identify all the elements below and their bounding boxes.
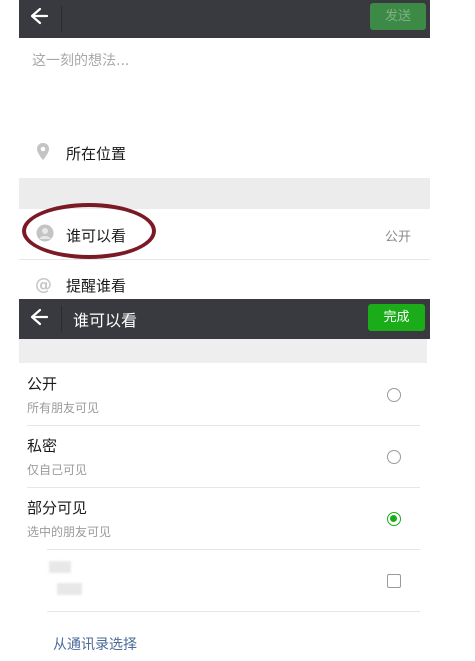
page-title: 谁可以看 <box>73 311 138 330</box>
mention-label[interactable]: 提醒谁看 <box>66 275 126 296</box>
option-partial-radio-selected[interactable] <box>387 512 401 526</box>
back-arrow-icon[interactable] <box>28 305 50 329</box>
at-sign-icon: @ <box>35 275 52 295</box>
section-separator <box>19 339 427 363</box>
done-button[interactable]: 完成 <box>368 304 425 331</box>
friend-checkbox[interactable] <box>387 574 401 588</box>
location-label[interactable]: 所在位置 <box>66 143 126 164</box>
compose-placeholder[interactable]: 这一刻的想法... <box>32 50 129 70</box>
select-from-contacts-link[interactable]: 从通讯录选择 <box>53 634 137 654</box>
row-divider <box>27 487 420 488</box>
toolbar-divider <box>61 306 62 332</box>
row-divider <box>47 611 420 612</box>
option-public-title[interactable]: 公开 <box>27 373 57 394</box>
highlight-annotation-ring <box>22 203 156 259</box>
row-divider <box>27 425 420 426</box>
option-private-title[interactable]: 私密 <box>27 435 57 456</box>
option-private-subtitle: 仅自己可见 <box>27 463 88 477</box>
option-public-subtitle: 所有朋友可见 <box>27 401 100 415</box>
option-partial-title[interactable]: 部分可见 <box>27 497 87 518</box>
option-partial-subtitle: 选中的朋友可见 <box>27 525 112 539</box>
back-arrow-icon[interactable] <box>28 4 50 28</box>
option-public-radio[interactable] <box>387 388 401 402</box>
location-pin-icon <box>37 143 49 160</box>
row-divider <box>47 549 420 550</box>
blurred-friend-avatar <box>49 561 71 573</box>
row-divider <box>19 259 430 260</box>
who-can-see-value: 公开 <box>385 230 412 245</box>
compose-top-bar <box>19 0 430 38</box>
toolbar-divider <box>61 6 62 32</box>
option-private-radio[interactable] <box>387 450 401 464</box>
blurred-friend-name <box>57 583 82 595</box>
send-button[interactable]: 发送 <box>370 3 426 30</box>
